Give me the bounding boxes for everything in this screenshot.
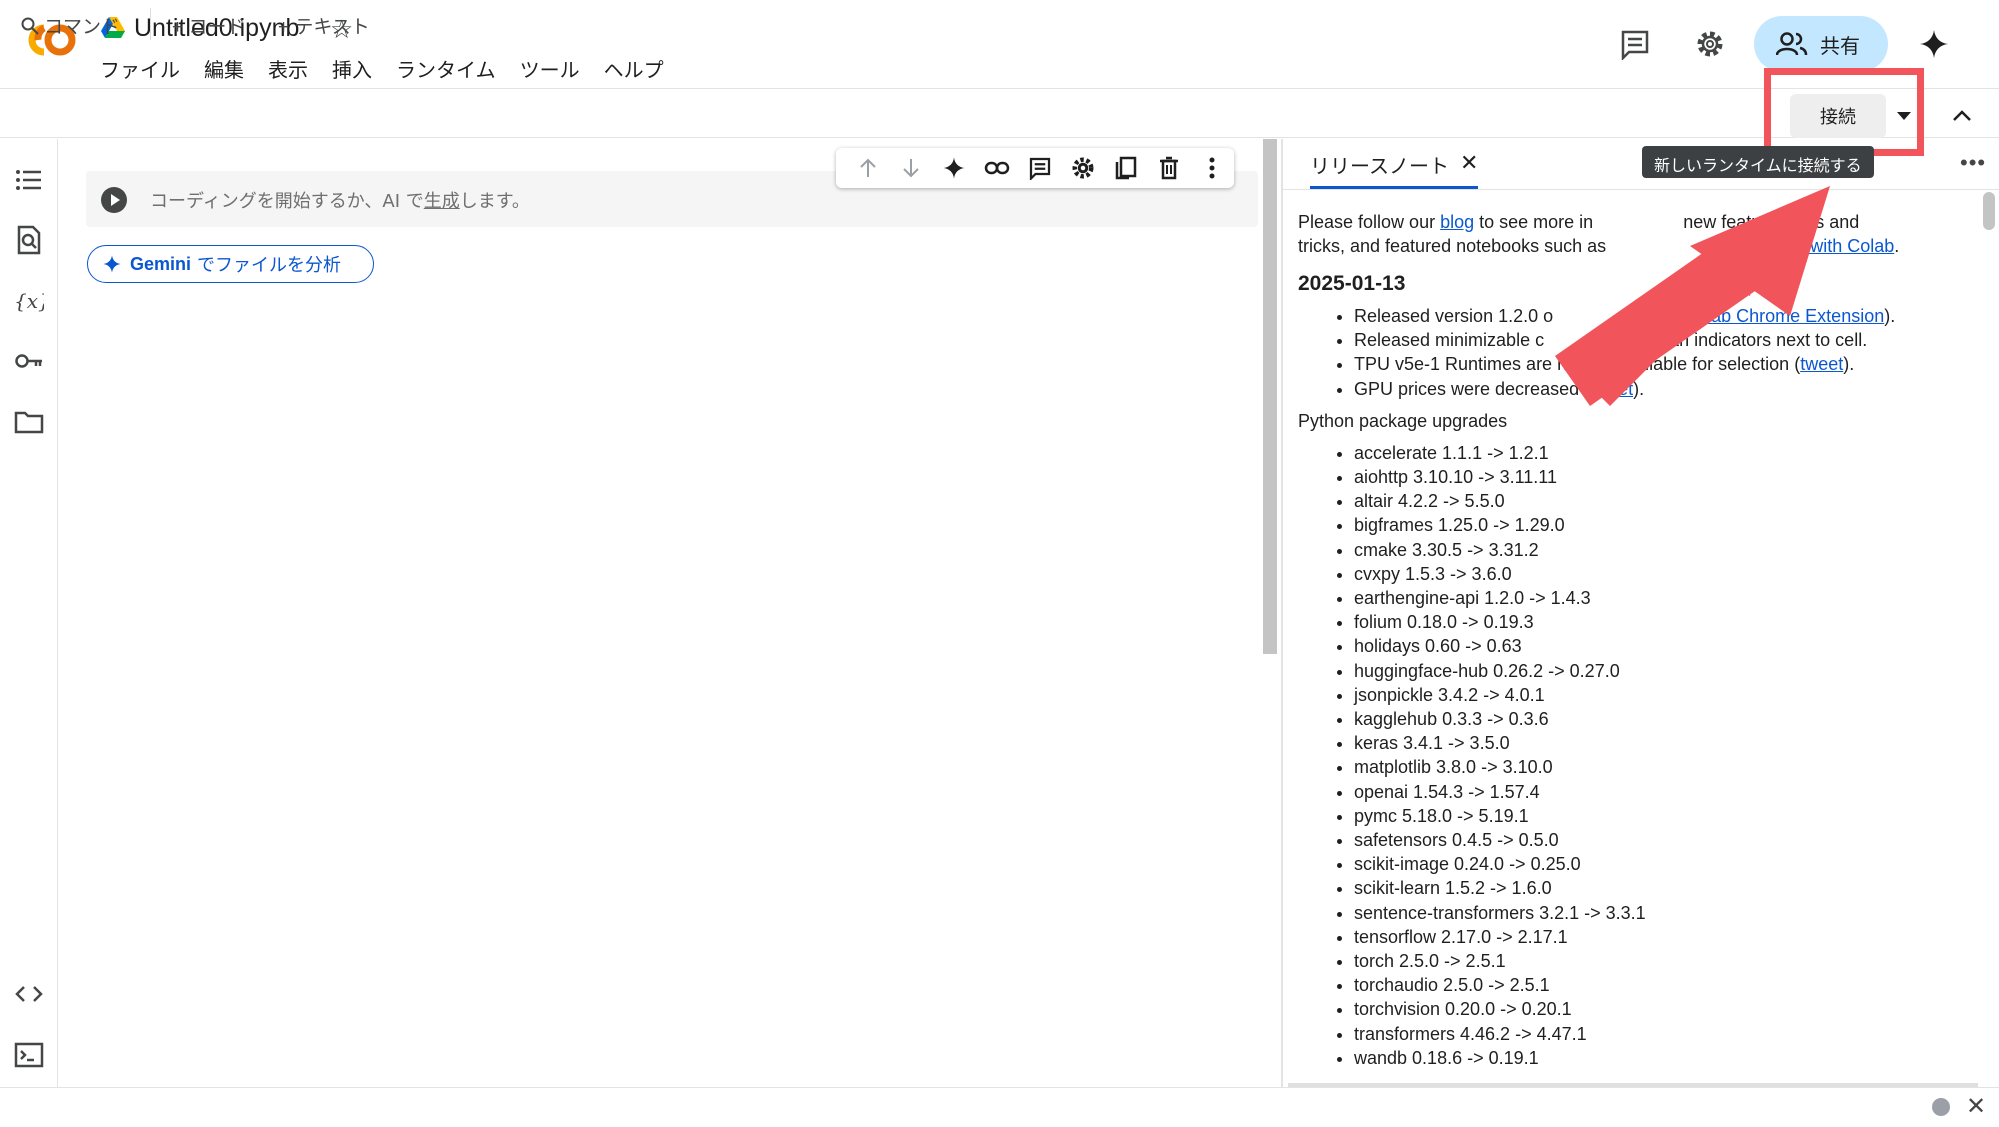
folder-icon[interactable] (14, 407, 44, 437)
package-item: scikit-learn 1.5.2 -> 1.6.0 (1354, 876, 1978, 900)
package-item: bigframes 1.25.0 -> 1.29.0 (1354, 513, 1978, 537)
package-item: matplotlib 3.8.0 -> 3.10.0 (1354, 755, 1978, 779)
more-horiz-icon[interactable]: ••• (1960, 150, 1986, 176)
comment-cell-button[interactable] (1018, 148, 1061, 188)
menu-bar: ファイル 編集 表示 挿入 ランタイム ツール ヘルプ (100, 54, 688, 83)
link-cell-button[interactable] (975, 148, 1018, 188)
more-cell-actions-button[interactable] (1191, 148, 1234, 188)
package-item: sentence-transformers 3.2.1 -> 3.3.1 (1354, 901, 1978, 925)
package-item: aiohttp 3.10.10 -> 3.11.11 (1354, 465, 1978, 489)
sparkle-icon (943, 157, 965, 179)
close-icon[interactable]: ✕ (1966, 1092, 1986, 1121)
menu-file[interactable]: ファイル (100, 54, 180, 83)
share-label: 共有 (1820, 35, 1860, 58)
menu-view[interactable]: 表示 (268, 54, 308, 83)
package-item: cmake 3.30.5 -> 3.31.2 (1354, 538, 1978, 562)
close-icon[interactable]: ✕ (1460, 150, 1478, 176)
comment-icon[interactable] (1619, 28, 1651, 60)
gemini-cell-button[interactable] (932, 148, 975, 188)
panel-scrollbar[interactable] (1983, 192, 1995, 230)
code-snippets-icon[interactable] (14, 979, 44, 1009)
gemini-sparkle-icon[interactable] (1918, 28, 1950, 60)
toolbar (0, 90, 1999, 138)
svg-text:{x}: {x} (14, 289, 44, 313)
gemini-brand: Gemini (130, 253, 192, 274)
move-down-button[interactable] (889, 148, 932, 188)
package-item: cvxpy 1.5.3 -> 3.6.0 (1354, 562, 1978, 586)
people-icon (1776, 32, 1808, 56)
highlight-box (1764, 68, 1924, 156)
package-item: keras 3.4.1 -> 3.5.0 (1354, 731, 1978, 755)
package-item: transformers 4.46.2 -> 4.47.1 (1354, 1022, 1978, 1046)
package-item: jsonpickle 3.4.2 -> 4.0.1 (1354, 683, 1978, 707)
add-code-button[interactable]: + コード (172, 12, 245, 39)
package-item: kagglehub 0.3.3 -> 0.3.6 (1354, 707, 1978, 731)
toc-icon[interactable] (14, 165, 44, 195)
package-item: huggingface-hub 0.26.2 -> 0.27.0 (1354, 659, 1978, 683)
package-item: earthengine-api 1.2.0 -> 1.4.3 (1354, 586, 1978, 610)
package-item: torch 2.5.0 -> 2.5.1 (1354, 949, 1978, 973)
blog-link[interactable]: blog (1440, 212, 1474, 232)
link-icon (984, 161, 1010, 175)
command-label: コマンド (44, 17, 121, 38)
menu-tools[interactable]: ツール (520, 54, 580, 83)
left-sidebar: {x} (0, 139, 58, 1087)
cell-placeholder-prefix: コーディングを開始するか、AI で (150, 191, 424, 212)
cell-placeholder[interactable]: コーディングを開始するか、AI で生成します。 (150, 187, 530, 213)
status-indicator-icon[interactable] (1932, 1098, 1950, 1116)
gemini-analyze-file-button[interactable]: Gemini でファイルを分析 (87, 245, 374, 283)
package-item: altair 4.2.2 -> 5.5.0 (1354, 489, 1978, 513)
arrow-up-icon (859, 158, 876, 177)
menu-insert[interactable]: 挿入 (332, 54, 372, 83)
move-up-button[interactable] (846, 148, 889, 188)
package-item: folium 0.18.0 -> 0.19.3 (1354, 610, 1978, 634)
package-item: torchaudio 2.5.0 -> 2.5.1 (1354, 973, 1978, 997)
trash-icon (1160, 156, 1179, 180)
menu-help[interactable]: ヘルプ (604, 54, 664, 83)
package-item: torchvision 0.20.0 -> 0.20.1 (1354, 997, 1978, 1021)
status-bar (0, 1087, 1999, 1127)
cell-settings-button[interactable] (1062, 148, 1105, 188)
mirror-icon (1115, 156, 1137, 180)
package-item: scikit-image 0.24.0 -> 0.25.0 (1354, 852, 1978, 876)
arrow-down-icon (902, 159, 919, 178)
delete-cell-button[interactable] (1148, 148, 1191, 188)
share-button[interactable]: 共有 (1754, 16, 1888, 72)
cell-toolbar (836, 148, 1234, 188)
find-icon[interactable] (14, 225, 44, 255)
package-item: openai 1.54.3 -> 1.57.4 (1354, 780, 1978, 804)
comment-icon (1029, 157, 1051, 180)
sparkle-icon (103, 255, 121, 273)
package-upgrades-list: accelerate 1.1.1 -> 1.2.1aiohttp 3.10.10… (1298, 441, 1978, 1070)
tab-release-notes[interactable]: リリースノート (1310, 150, 1449, 179)
terminal-icon[interactable] (14, 1040, 44, 1070)
menu-runtime[interactable]: ランタイム (396, 54, 496, 83)
mirror-cell-button[interactable] (1105, 148, 1148, 188)
gemini-analyze-label: でファイルを分析 (197, 255, 342, 275)
add-text-button[interactable]: + テキスト (278, 12, 370, 39)
package-item: wandb 0.18.6 -> 0.19.1 (1354, 1046, 1978, 1070)
cell-placeholder-suffix: します。 (459, 191, 530, 212)
menu-edit[interactable]: 編集 (204, 54, 244, 83)
package-item: safetensors 0.4.5 -> 0.5.0 (1354, 828, 1978, 852)
intro-text: Please follow our (1298, 212, 1436, 232)
package-item: holidays 0.60 -> 0.63 (1354, 634, 1978, 658)
variables-icon[interactable]: {x} (14, 286, 44, 316)
generate-link[interactable]: 生成 (424, 191, 460, 212)
toolbar-divider (150, 8, 151, 40)
search-icon (21, 17, 39, 35)
command-palette-button[interactable]: コマンド (20, 12, 120, 39)
chevron-up-icon[interactable] (1948, 102, 1976, 130)
package-item: accelerate 1.1.1 -> 1.2.1 (1354, 441, 1978, 465)
package-item: pymc 5.18.0 -> 5.19.1 (1354, 804, 1978, 828)
notebook-scrollbar[interactable] (1263, 139, 1277, 654)
key-icon[interactable] (14, 346, 44, 376)
settings-icon[interactable] (1694, 28, 1726, 60)
play-icon[interactable] (100, 186, 128, 214)
gear-icon (1072, 157, 1094, 179)
connect-tooltip: 新しいランタイムに接続する (1642, 146, 1874, 178)
package-item: tensorflow 2.17.0 -> 2.17.1 (1354, 925, 1978, 949)
annotation-arrow-icon (1555, 186, 1830, 406)
more-vert-icon (1209, 157, 1215, 179)
